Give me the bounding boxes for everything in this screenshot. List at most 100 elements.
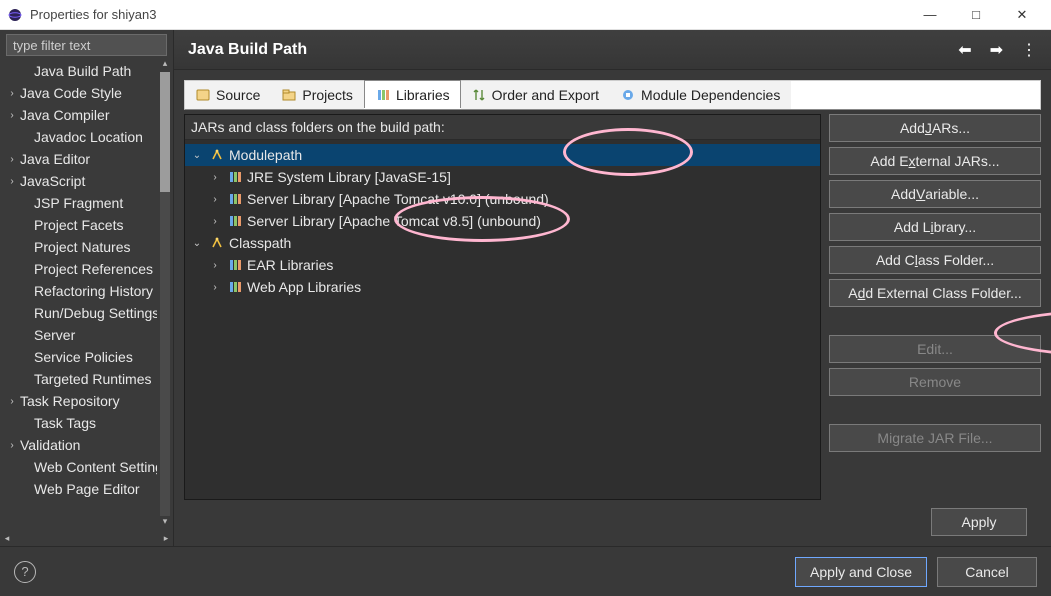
expander-icon: › (209, 194, 221, 205)
library-tree-row[interactable]: ›EAR Libraries (185, 254, 820, 276)
sidebar-item[interactable]: Task Tags (0, 412, 173, 434)
library-tree-label: Server Library [Apache Tomcat v8.5] (unb… (247, 213, 541, 229)
library-tree-row[interactable]: ›Server Library [Apache Tomcat v10.0] (u… (185, 188, 820, 210)
add-jars-button[interactable]: Add JARs... (829, 114, 1041, 142)
library-tree-label: Web App Libraries (247, 279, 361, 295)
sidebar-item[interactable]: ›JavaScript (0, 170, 173, 192)
sidebar-item-label: Validation (20, 437, 80, 453)
sidebar-item-label: JavaScript (20, 173, 85, 189)
sidebar-item[interactable]: ›Java Editor (0, 148, 173, 170)
expander-icon: ⌄ (191, 238, 203, 249)
library-tree-row[interactable]: › Web App Libraries (185, 276, 820, 298)
sidebar-item[interactable]: Project Natures (0, 236, 173, 258)
build-caption: JARs and class folders on the build path… (185, 115, 820, 140)
sidebar-item[interactable]: Run/Debug Settings (0, 302, 173, 324)
sidebar-item-label: Task Repository (20, 393, 120, 409)
sidebar-item-label: Javadoc Location (34, 129, 143, 145)
sidebar-item-label: Task Tags (34, 415, 96, 431)
tab-libraries[interactable]: Libraries (364, 80, 461, 108)
tab-source[interactable]: Source (185, 81, 271, 109)
sidebar-item[interactable]: ›Java Code Style (0, 82, 173, 104)
sidebar-item-label: Project References (34, 261, 153, 277)
sidebar-item[interactable]: Javadoc Location (0, 126, 173, 148)
tab-label: Module Dependencies (641, 87, 780, 103)
sidebar-item-label: Java Code Style (20, 85, 122, 101)
modulepath-icon (209, 235, 225, 251)
sidebar-item-label: Service Policies (34, 349, 133, 365)
sidebar-item-label: Server (34, 327, 75, 343)
help-icon[interactable]: ? (14, 561, 36, 583)
sidebar-scrollbar-horizontal[interactable]: ◂ ▸ (0, 530, 173, 546)
build-buttons: Add JARs... Add External JARs... Add Varia… (829, 114, 1041, 500)
scroll-right-arrow[interactable]: ▸ (159, 530, 173, 546)
library-tree-row[interactable]: ›JRE System Library [JavaSE-15] (185, 166, 820, 188)
expander-icon: ⌄ (191, 150, 203, 161)
maximize-button[interactable]: □ (953, 0, 999, 30)
sidebar-item[interactable]: Java Build Path (0, 60, 173, 82)
sidebar-item[interactable]: Web Page Editor (0, 478, 173, 500)
sidebar-item[interactable]: Project Facets (0, 214, 173, 236)
filter-input[interactable] (6, 34, 167, 56)
sidebar-scrollbar-vertical[interactable]: ▴ ▾ (157, 58, 173, 530)
sidebar-item-label: Project Natures (34, 239, 130, 255)
tab-label: Projects (302, 87, 353, 103)
sidebar-item[interactable]: Web Content Settings (0, 456, 173, 478)
sidebar-item[interactable]: Service Policies (0, 346, 173, 368)
library-tree-row[interactable]: ⌄ Modulepath (185, 144, 820, 166)
sidebar-item-label: Java Compiler (20, 107, 109, 123)
library-tree-row[interactable]: ⌄ Classpath (185, 232, 820, 254)
eclipse-icon (6, 6, 24, 24)
sidebar-item[interactable]: ›Task Repository (0, 390, 173, 412)
page-title: Java Build Path (188, 41, 958, 59)
expander-icon: › (209, 172, 221, 183)
libraries-tree[interactable]: ⌄ Modulepath ›JRE System Library [JavaSE-1… (185, 140, 820, 499)
sidebar-item[interactable]: ›Validation (0, 434, 173, 456)
add-external-class-folder-button[interactable]: Add External Class Folder... (829, 279, 1041, 307)
sidebar: Java Build Path›Java Code Style›Java Com… (0, 30, 174, 546)
tab-label: Libraries (396, 87, 450, 103)
sidebar-item[interactable]: Server (0, 324, 173, 346)
scrollbar-thumb[interactable] (160, 72, 170, 192)
expander-icon: › (6, 110, 18, 121)
expander-icon: › (209, 282, 221, 293)
nav-forward-icon[interactable]: ➡ (990, 40, 1003, 60)
expander-icon: › (209, 260, 221, 271)
sidebar-item[interactable]: ›Java Compiler (0, 104, 173, 126)
sidebar-item[interactable]: JSP Fragment (0, 192, 173, 214)
apply-and-close-button[interactable]: Apply and Close (795, 557, 927, 587)
library-tree-row[interactable]: ›Server Library [Apache Tomcat v8.5] (un… (185, 210, 820, 232)
tab-label: Source (216, 87, 260, 103)
tab-projects[interactable]: Projects (271, 81, 364, 109)
order-icon (471, 87, 487, 103)
tab-order-and-export[interactable]: Order and Export (461, 81, 610, 109)
nav-back-icon[interactable]: ⬅ (958, 40, 971, 60)
scroll-down-arrow[interactable]: ▾ (157, 516, 173, 530)
cancel-button[interactable]: Cancel (937, 557, 1037, 587)
scroll-up-arrow[interactable]: ▴ (157, 58, 173, 72)
add-class-folder-button[interactable]: Add Class Folder... (829, 246, 1041, 274)
library-icon (227, 257, 243, 273)
sidebar-item[interactable]: Refactoring History (0, 280, 173, 302)
library-tree-label: Modulepath (229, 147, 302, 163)
add-library-button[interactable]: Add Library... (829, 213, 1041, 241)
apply-button[interactable]: Apply (931, 508, 1027, 536)
nav-menu-icon[interactable]: ⋮ (1021, 40, 1037, 60)
minimize-button[interactable]: — (907, 0, 953, 30)
sidebar-item[interactable]: Targeted Runtimes (0, 368, 173, 390)
sidebar-item[interactable]: Project References (0, 258, 173, 280)
tabs: Source Projects Libraries Order and Export M… (184, 80, 1041, 110)
tab-module-dependencies[interactable]: Module Dependencies (610, 81, 791, 109)
expander-icon: › (6, 88, 18, 99)
sidebar-item-label: Web Content Settings (34, 459, 170, 475)
library-icon (227, 279, 243, 295)
add-external-jars-button[interactable]: Add External JARs... (829, 147, 1041, 175)
close-button[interactable]: ✕ (999, 0, 1045, 30)
add-variable-button[interactable]: Add Variable... (829, 180, 1041, 208)
projects-icon (281, 87, 297, 103)
sidebar-tree[interactable]: Java Build Path›Java Code Style›Java Com… (0, 58, 173, 530)
expander-icon: › (6, 440, 18, 451)
library-icon (227, 213, 243, 229)
library-tree-label: Classpath (229, 235, 291, 251)
source-icon (195, 87, 211, 103)
scroll-left-arrow[interactable]: ◂ (0, 530, 14, 546)
